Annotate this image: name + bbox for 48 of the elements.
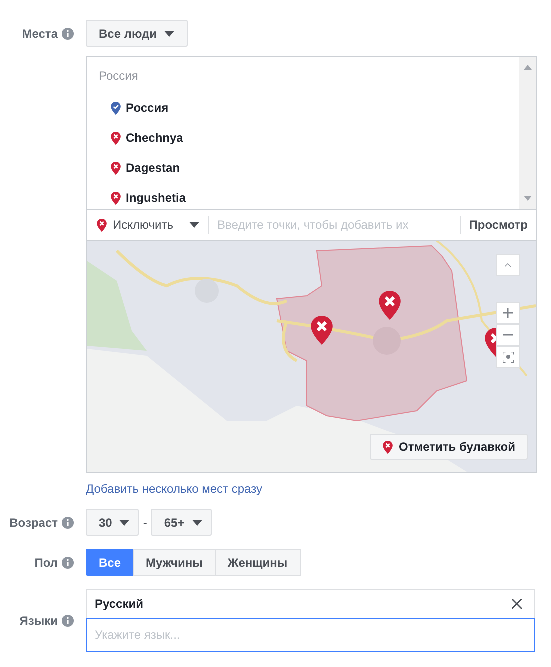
gender-option[interactable]: Все (86, 549, 134, 576)
location-item[interactable]: Ingushetia (126, 191, 186, 205)
language-input[interactable]: Укажите язык... (86, 618, 535, 652)
location-item[interactable]: Dagestan (126, 161, 180, 175)
location-item[interactable]: Chechnya (126, 131, 184, 145)
scroll-down-icon[interactable] (524, 196, 532, 201)
caret-icon (164, 30, 176, 36)
check-pin-icon (111, 102, 121, 114)
cross-pin-icon (111, 192, 121, 204)
audience-dropdown[interactable]: Все люди (86, 20, 188, 47)
info-icon[interactable] (62, 28, 74, 40)
cross-pin-icon (97, 218, 107, 232)
cross-pin-icon (111, 162, 121, 174)
caret-icon (119, 520, 130, 526)
locate-button[interactable] (496, 346, 520, 368)
field-label: Языки (20, 614, 58, 628)
caret-icon (189, 222, 200, 228)
zoom-in-button[interactable] (496, 302, 520, 324)
age-min-dropdown[interactable]: 30 (86, 509, 140, 536)
field-label: Пол (34, 556, 58, 570)
cross-pin-icon (383, 440, 393, 454)
location-item[interactable]: Россия (126, 101, 169, 115)
range-separator: - (143, 516, 148, 530)
field-label: Возраст (10, 516, 58, 530)
preview-button[interactable]: Просмотр (460, 216, 536, 234)
age-max-dropdown[interactable]: 65+ (151, 509, 212, 536)
info-icon[interactable] (62, 615, 74, 627)
field-label: Места (22, 27, 58, 41)
zoom-out-button[interactable] (496, 324, 520, 346)
focus-pin-icon (502, 352, 514, 362)
gender-option[interactable]: Мужчины (133, 549, 216, 576)
scroll-up-icon[interactable] (524, 65, 532, 70)
gender-option[interactable]: Женщины (214, 549, 301, 576)
group-heading: Россия (99, 69, 140, 83)
remove-icon[interactable] (512, 599, 522, 609)
cross-pin-icon (379, 291, 401, 320)
bulk-add-link[interactable]: Добавить несколько мест сразу (86, 482, 262, 496)
language-name: Русский (95, 597, 144, 611)
drop-pin-button[interactable]: Отметить булавкой (370, 434, 528, 460)
chevron-up-icon (505, 263, 511, 267)
cross-pin-icon (311, 316, 333, 345)
info-icon[interactable] (62, 517, 74, 529)
mode-dropdown[interactable]: Исключить (87, 216, 210, 234)
cross-pin-icon (111, 132, 121, 144)
plus-icon (503, 308, 513, 318)
caret-icon (192, 520, 203, 526)
info-icon[interactable] (62, 557, 74, 569)
scrollbar[interactable] (519, 57, 536, 209)
